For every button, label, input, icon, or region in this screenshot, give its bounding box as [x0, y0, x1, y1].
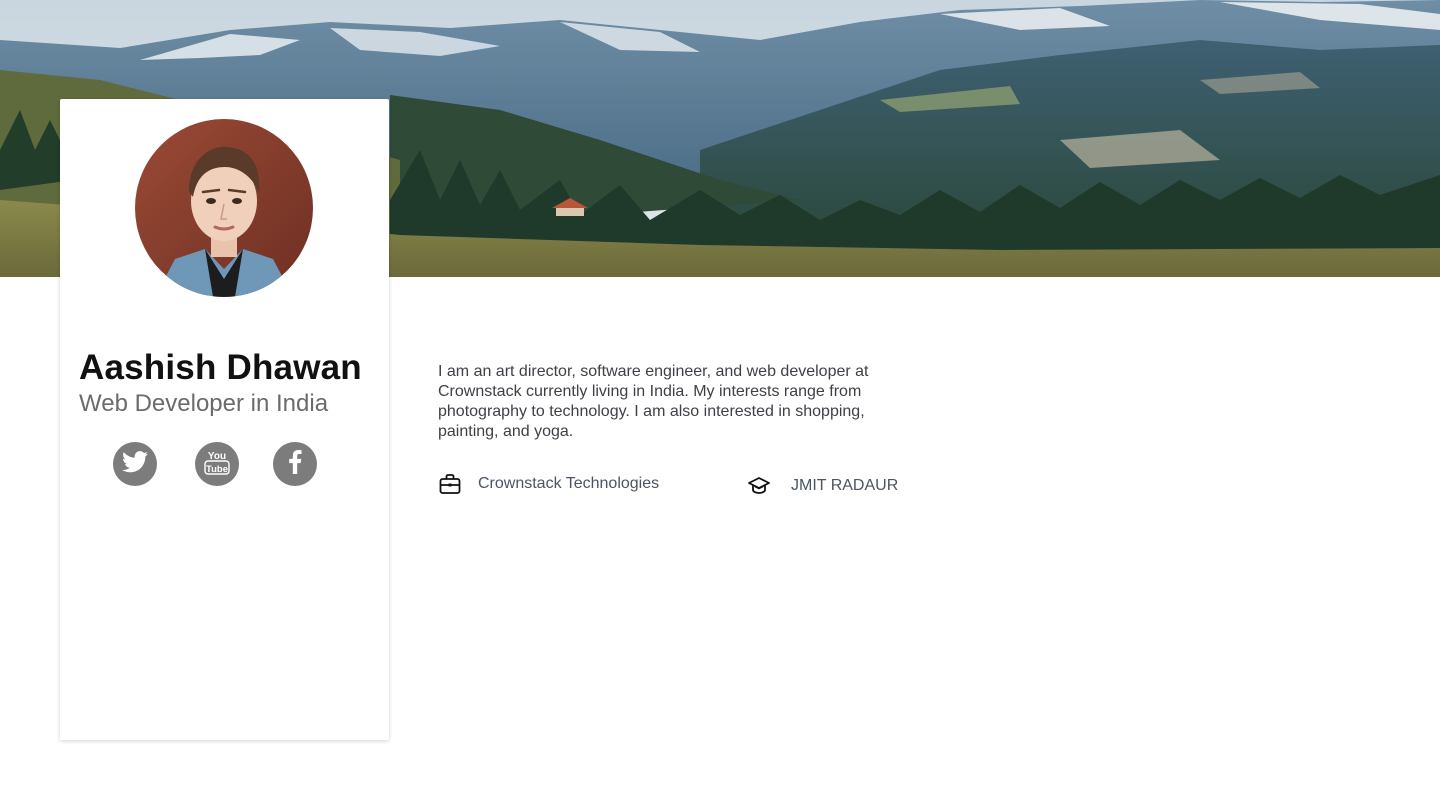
facebook-icon — [288, 449, 302, 479]
education-name: JMIT RADAUR — [791, 477, 899, 494]
briefcase-icon — [438, 472, 462, 496]
company-info: Crownstack Technologies — [438, 472, 659, 496]
profile-card: Aashish Dhawan Web Developer in India Yo… — [60, 99, 389, 740]
profile-role: Web Developer in India — [79, 390, 329, 417]
youtube-icon: You Tube — [204, 448, 230, 481]
profile-name: Aashish Dhawan — [79, 348, 362, 387]
twitter-icon — [122, 450, 148, 478]
profile-page: Aashish Dhawan Web Developer in India Yo… — [0, 0, 1440, 800]
graduation-cap-icon — [747, 474, 771, 498]
education-info: JMIT RADAUR — [747, 474, 898, 498]
twitter-button[interactable] — [113, 442, 157, 486]
facebook-button[interactable] — [273, 442, 317, 486]
avatar — [135, 119, 313, 297]
company-name: Crownstack Technologies — [478, 475, 660, 492]
profile-bio: I am an art director, software engineer,… — [438, 363, 869, 440]
svg-text:Tube: Tube — [206, 464, 228, 475]
youtube-button[interactable]: You Tube — [195, 442, 239, 486]
